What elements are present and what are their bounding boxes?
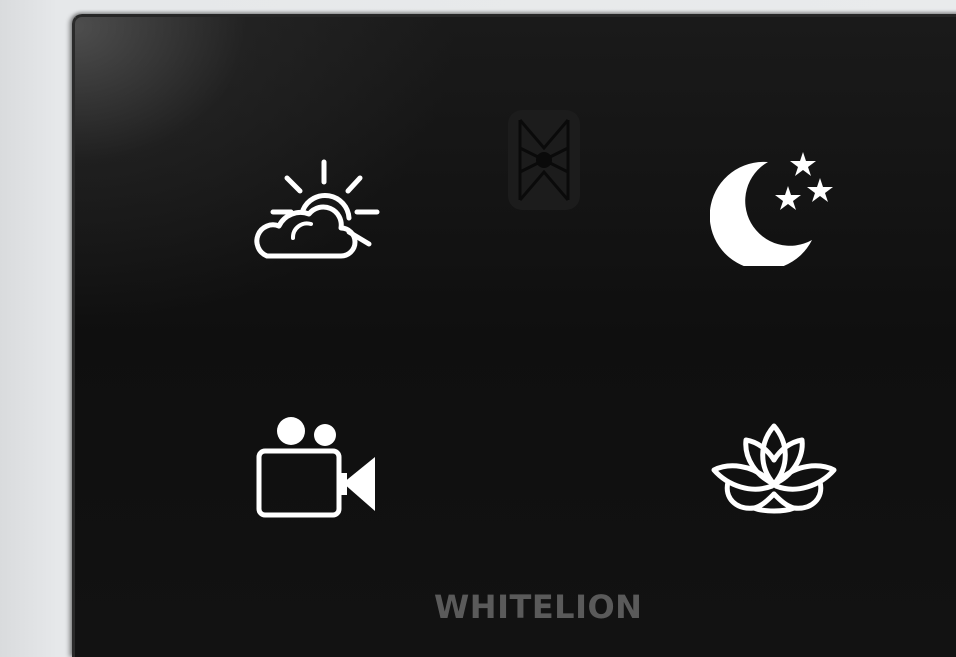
lotus-icon — [711, 423, 837, 514]
scene-button-night[interactable] — [706, 148, 838, 268]
scene-button-movie[interactable] — [248, 410, 380, 522]
brand-label: WHITELION — [434, 588, 643, 626]
scene-button-day[interactable] — [240, 148, 390, 268]
proximity-sensor-icon — [506, 108, 582, 216]
video-camera-icon — [256, 417, 375, 518]
moon-stars-icon — [710, 152, 833, 266]
sun-cloud-icon — [254, 159, 380, 259]
scene-button-relax[interactable] — [704, 418, 844, 518]
